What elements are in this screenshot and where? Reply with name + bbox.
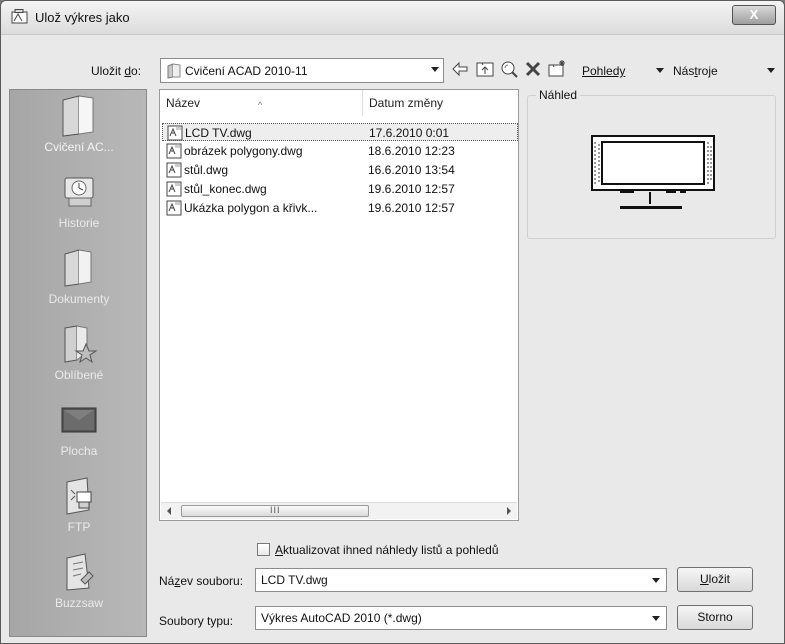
preview-group xyxy=(527,95,776,239)
save-in-combo[interactable]: Cvičení ACAD 2010-11 xyxy=(160,58,444,83)
window-title: Ulož výkres jako xyxy=(35,10,130,25)
file-name-label: Název souboru: xyxy=(159,574,244,588)
file-row[interactable]: stůl.dwg 16.6.2010 13:54 xyxy=(162,161,518,179)
places-bar: Cvičení AC... Historie Dokumenty Oblíben… xyxy=(9,89,147,637)
tools-chevron-down-icon[interactable] xyxy=(767,68,775,73)
scroll-left-icon[interactable] xyxy=(167,507,171,515)
file-type-combo[interactable]: Výkres AutoCAD 2010 (*.dwg) xyxy=(255,606,667,630)
file-row[interactable]: Ukázka polygon a křivk... 19.6.2010 12:5… xyxy=(162,199,518,217)
place-documents[interactable]: Dokumenty xyxy=(10,242,148,318)
place-buzzsaw[interactable]: Buzzsaw xyxy=(10,546,148,622)
place-current-folder[interactable]: Cvičení AC... xyxy=(10,90,148,166)
column-header-date[interactable]: Datum změny xyxy=(363,90,518,116)
ftp-icon xyxy=(66,477,92,515)
chevron-down-icon[interactable] xyxy=(431,67,439,72)
drawing-preview-thumbnail xyxy=(591,135,715,209)
folder-icon xyxy=(62,95,94,137)
scrollbar-thumb[interactable]: III xyxy=(181,505,369,517)
dwg-file-icon xyxy=(166,200,182,216)
update-previews-checkbox[interactable] xyxy=(257,543,270,556)
close-button[interactable]: X xyxy=(732,5,776,25)
dwg-file-icon xyxy=(166,181,182,197)
chevron-down-icon[interactable] xyxy=(652,578,660,583)
tools-menu[interactable]: Nástroje xyxy=(673,64,718,78)
sort-ascending-icon: ^ xyxy=(258,100,263,110)
current-folder-value: Cvičení ACAD 2010-11 xyxy=(185,64,308,78)
save-button[interactable]: Uložit xyxy=(677,567,753,592)
file-row[interactable]: obrázek polygony.dwg 18.6.2010 12:23 xyxy=(162,142,518,160)
history-icon xyxy=(64,177,94,207)
views-menu[interactable]: Pohledy xyxy=(582,64,625,78)
save-dialog: Ulož výkres jako X Uložit do: Cvičení AC… xyxy=(0,0,785,644)
save-in-label: Uložit do: xyxy=(91,64,142,78)
scroll-right-icon[interactable] xyxy=(507,507,511,515)
file-row[interactable]: LCD TV.dwg 17.6.2010 0:01 xyxy=(162,123,518,141)
new-folder-icon[interactable] xyxy=(547,59,567,79)
column-header-name[interactable]: Název ^ xyxy=(160,90,363,116)
documents-folder-icon xyxy=(64,249,92,287)
dwg-file-icon xyxy=(166,143,182,159)
place-history[interactable]: Historie xyxy=(10,166,148,242)
delete-icon[interactable] xyxy=(523,59,543,79)
file-type-label: Soubory typu: xyxy=(159,614,234,628)
desktop-icon xyxy=(61,407,97,433)
file-row[interactable]: stůl_konec.dwg 19.6.2010 12:57 xyxy=(162,180,518,198)
place-desktop[interactable]: Plocha xyxy=(10,394,148,470)
views-chevron-down-icon[interactable] xyxy=(656,68,664,73)
folder-icon xyxy=(167,63,181,79)
place-ftp[interactable]: FTP xyxy=(10,470,148,546)
up-folder-icon[interactable] xyxy=(475,59,495,79)
chevron-down-icon[interactable] xyxy=(652,616,660,621)
place-favorites[interactable]: Oblíbené xyxy=(10,318,148,394)
update-previews-label[interactable]: Aktualizovat ihned náhledy listů a pohle… xyxy=(275,543,499,557)
title-bar[interactable]: Ulož výkres jako X xyxy=(1,1,784,35)
search-web-icon[interactable] xyxy=(499,59,519,79)
horizontal-scrollbar[interactable]: III xyxy=(161,502,517,519)
file-name-input[interactable]: LCD TV.dwg xyxy=(261,573,328,587)
buzzsaw-icon xyxy=(66,553,94,591)
favorites-icon xyxy=(64,325,98,364)
dwg-file-icon xyxy=(167,125,183,141)
cancel-button[interactable]: Storno xyxy=(677,605,753,630)
dwg-file-icon xyxy=(166,162,182,178)
close-icon: X xyxy=(749,7,759,22)
file-list[interactable]: Název ^ Datum změny LCD TV.dwg 17.6.2010… xyxy=(159,89,519,521)
file-name-combo[interactable]: LCD TV.dwg xyxy=(255,568,667,592)
autocad-app-icon xyxy=(11,9,28,24)
back-arrow-icon[interactable] xyxy=(451,59,471,79)
file-type-value: Výkres AutoCAD 2010 (*.dwg) xyxy=(261,611,422,625)
preview-label: Náhled xyxy=(536,88,581,102)
